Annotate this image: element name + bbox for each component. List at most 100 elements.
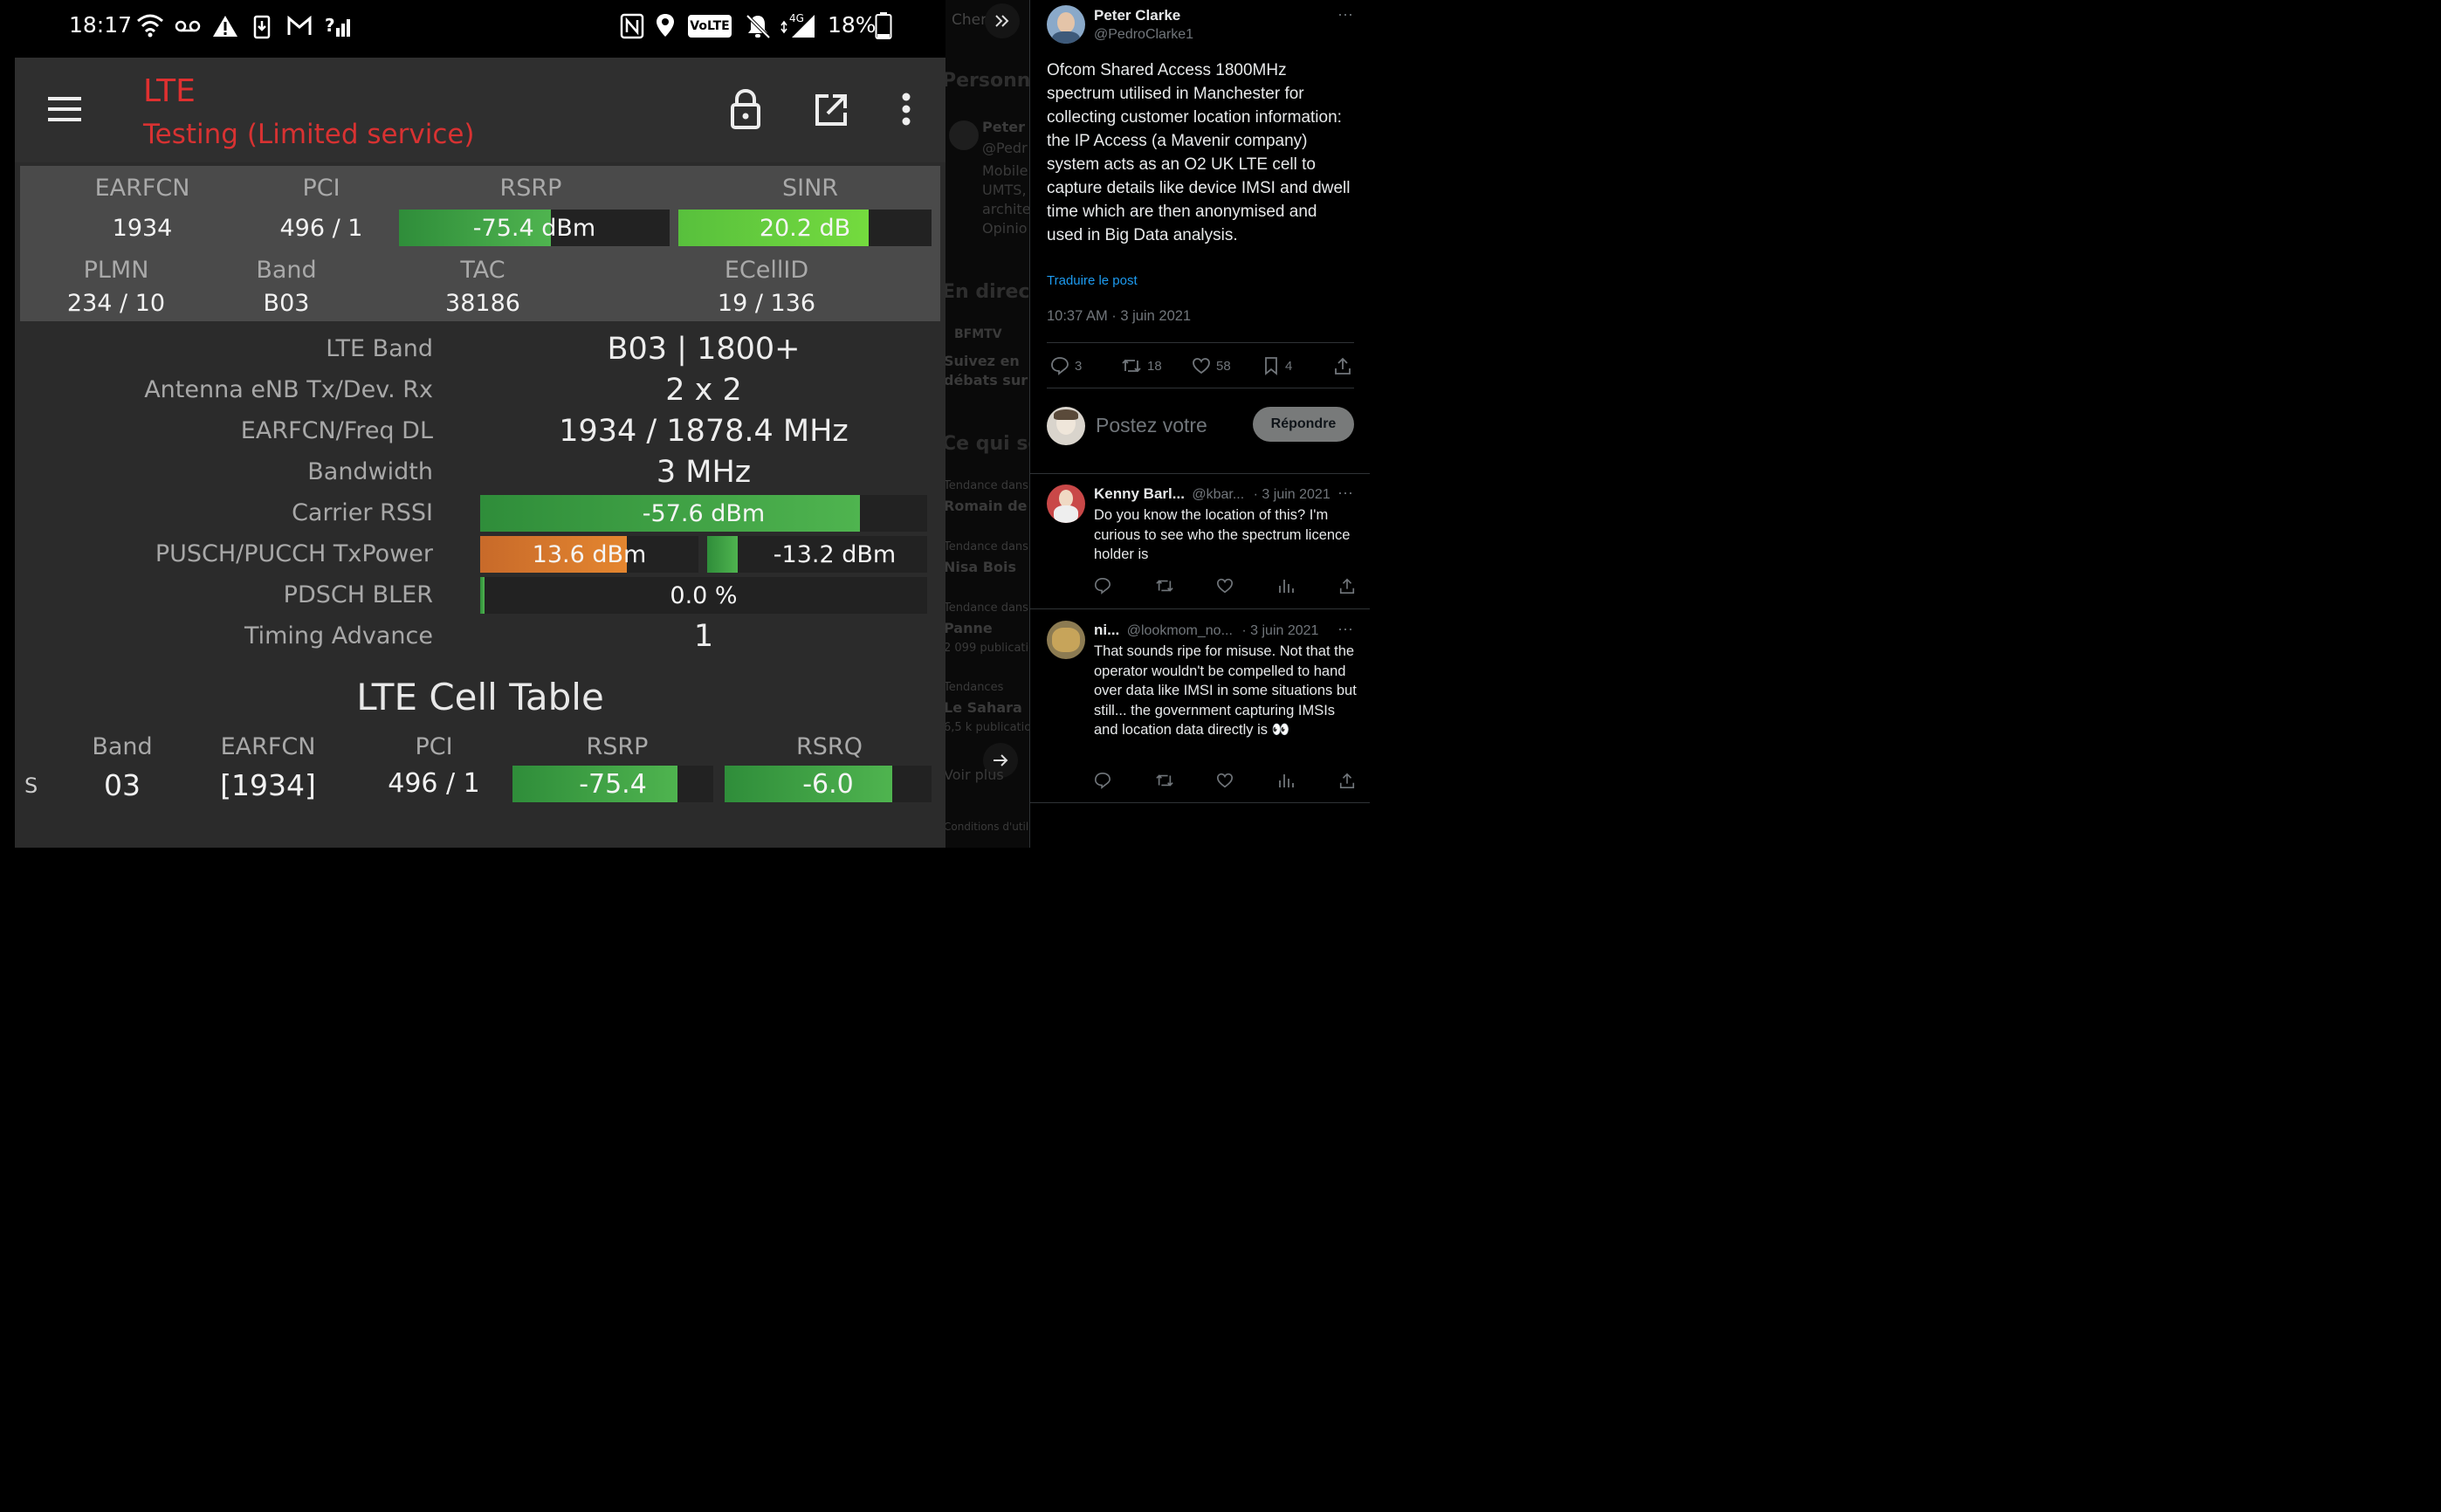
reply-1-date[interactable]: · 3 juin 2021 xyxy=(1254,487,1331,502)
reply-2-text: That sounds ripe for misuse. Not that th… xyxy=(1094,643,1357,738)
more-options-icon[interactable] xyxy=(901,93,911,126)
value-bler: 0.0 % xyxy=(670,581,738,609)
app-toolbar: LTE Testing (Limited service) xyxy=(15,58,945,162)
open-external-icon[interactable] xyxy=(814,93,849,127)
header-plmn: PLMN xyxy=(83,257,149,284)
header-sinr: SINR xyxy=(781,175,839,202)
live-line-2: débats sur la xyxy=(945,372,1029,388)
reply-2-handle[interactable]: @lookmom_no... xyxy=(1127,623,1233,638)
reply-action[interactable]: 3 xyxy=(1050,356,1082,375)
cell-rsrp-value: -75.4 xyxy=(579,768,647,800)
rsrp-bar: -75.4 dBm xyxy=(399,210,670,246)
share-icon[interactable] xyxy=(1338,577,1356,594)
translate-link[interactable]: Traduire le post xyxy=(1047,273,1138,288)
views-icon[interactable] xyxy=(1277,772,1295,789)
value-pucch-power: -13.2 dBm xyxy=(773,540,897,568)
reply-1-text: Do you know the location of this? I'm cu… xyxy=(1094,507,1351,562)
cell-rsrp-bar: -75.4 xyxy=(512,766,713,802)
divider xyxy=(1030,802,1370,803)
repost-action[interactable]: 18 xyxy=(1121,356,1162,375)
tac-value: 38186 xyxy=(445,290,520,317)
tweet-timestamp[interactable]: 10:37 AM · 3 juin 2021 xyxy=(1047,308,1191,325)
repost-icon[interactable] xyxy=(1155,577,1174,594)
pci-value: 496 / 1 xyxy=(279,215,363,242)
carrier-rssi-bar: -57.6 dBm xyxy=(480,495,927,532)
live-source: BFMTV xyxy=(954,327,1002,341)
cell-band: 03 xyxy=(104,768,141,802)
reply-1-name[interactable]: Kenny Barl... xyxy=(1094,485,1185,502)
trend-4-name[interactable]: Le Sahara xyxy=(945,699,1022,716)
reply-2-name[interactable]: ni... xyxy=(1094,622,1119,638)
sim-download-icon xyxy=(253,15,271,39)
repost-icon[interactable] xyxy=(1155,772,1174,789)
show-more-link[interactable]: Voir plus xyxy=(945,766,1004,783)
reply-1-avatar-face xyxy=(1059,490,1073,507)
voicemail-icon xyxy=(175,20,201,32)
ecellid-value: 19 / 136 xyxy=(717,290,816,317)
person-name[interactable]: Peter C xyxy=(982,119,1029,135)
reply-input[interactable]: Postez votre xyxy=(1096,414,1207,437)
section-trends: Ce qui se xyxy=(945,433,1029,455)
cell-header-rsrp: RSRP xyxy=(586,733,649,760)
cell-header-pci: PCI xyxy=(415,733,453,760)
cell-rsrq-bar: -6.0 xyxy=(725,766,932,802)
value-antenna: 2 x 2 xyxy=(665,373,742,408)
trend-1-name[interactable]: Romain de SF xyxy=(945,498,1029,514)
heart-icon[interactable] xyxy=(1216,577,1234,594)
divider xyxy=(1030,473,1370,474)
heart-icon xyxy=(1193,358,1210,375)
cell-rsrq-value: -6.0 xyxy=(802,768,854,800)
trend-2-name[interactable]: Nisa Bois xyxy=(945,559,1016,575)
pucch-power-bar: -13.2 dBm xyxy=(707,536,927,573)
bio-line-2: UMTS, xyxy=(982,182,1027,198)
value-timing-advance: 1 xyxy=(693,619,714,654)
reply-button[interactable]: Répondre xyxy=(1253,407,1354,442)
menu-icon[interactable] xyxy=(48,96,81,122)
more-icon[interactable]: ··· xyxy=(1337,5,1353,24)
cell-table-title: LTE Cell Table xyxy=(356,676,604,718)
label-earfcn-freq: EARFCN/Freq DL xyxy=(240,417,433,444)
reply-2-avatar[interactable] xyxy=(1047,621,1085,659)
lock-icon[interactable] xyxy=(730,89,761,129)
views-icon[interactable] xyxy=(1277,577,1295,594)
bookmark-action[interactable]: 4 xyxy=(1262,356,1292,375)
trend-2-meta: Tendance dans xyxy=(945,540,1028,553)
share-icon[interactable] xyxy=(1338,772,1356,789)
search-input[interactable]: Cher xyxy=(952,11,987,29)
bio-line-1: Mobile xyxy=(982,162,1028,179)
author-name[interactable]: Peter Clarke xyxy=(1094,7,1180,24)
reply-1-avatar[interactable] xyxy=(1047,485,1085,523)
reply-1-more-icon[interactable]: ··· xyxy=(1337,484,1353,502)
author-avatar[interactable] xyxy=(1047,5,1085,44)
reply-icon[interactable] xyxy=(1094,772,1111,789)
repost-count: 18 xyxy=(1147,358,1162,374)
header-ecellid: ECellID xyxy=(724,257,809,284)
trend-4-meta: Tendances xyxy=(945,681,1004,694)
footer-terms[interactable]: Conditions d'utilis xyxy=(945,821,1029,833)
reply-1-handle[interactable]: @kbar... xyxy=(1192,487,1244,502)
serving-cell-summary: EARFCN PCI RSRP SINR 1934 496 / 1 -75.4 … xyxy=(20,166,940,321)
section-live: En direct xyxy=(945,281,1029,303)
value-pusch-power: 13.6 dBm xyxy=(532,540,647,568)
value-lte-band: B03 | 1800+ xyxy=(607,332,801,367)
reply-2-date[interactable]: · 3 juin 2021 xyxy=(1241,623,1318,638)
section-people: Personnes xyxy=(945,70,1029,92)
notifications-off-icon xyxy=(746,14,771,39)
sinr-bar: 20.2 dB xyxy=(678,210,932,246)
reply-2-more-icon[interactable]: ··· xyxy=(1337,620,1353,638)
bookmark-count: 4 xyxy=(1285,358,1293,374)
reply-2-actions xyxy=(1094,772,1356,791)
like-action[interactable]: 58 xyxy=(1192,356,1231,375)
reply-2-avatar-pattern xyxy=(1052,628,1080,652)
author-handle[interactable]: @PedroClarke1 xyxy=(1094,27,1193,43)
my-avatar[interactable] xyxy=(1047,407,1085,445)
trend-1-meta: Tendance dans xyxy=(945,479,1028,492)
header-band: Band xyxy=(256,257,317,284)
heart-icon[interactable] xyxy=(1216,772,1234,789)
rsrp-value: -75.4 dBm xyxy=(472,214,596,242)
trend-3-name[interactable]: Panne xyxy=(945,620,993,636)
collapse-button[interactable] xyxy=(985,3,1020,38)
divider xyxy=(1047,342,1354,343)
share-action[interactable] xyxy=(1333,356,1352,375)
reply-icon[interactable] xyxy=(1094,577,1111,594)
